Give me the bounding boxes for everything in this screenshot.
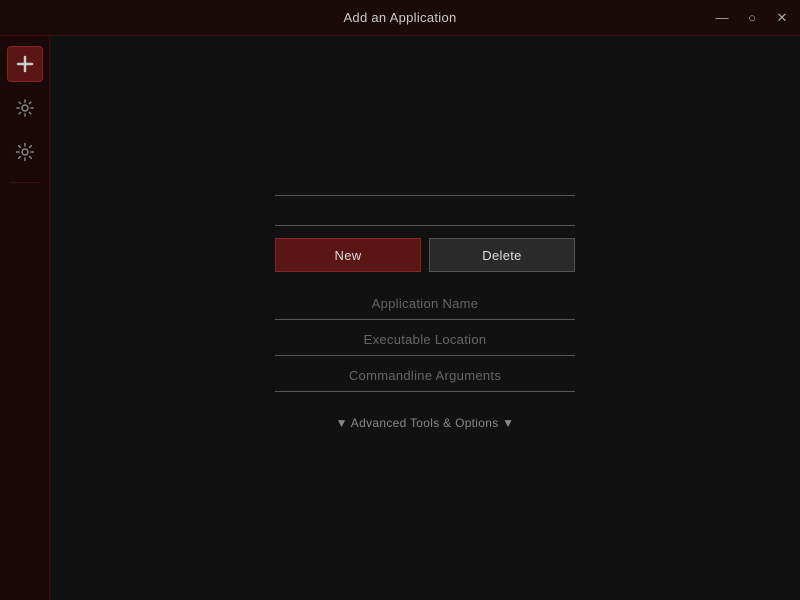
executable-location-input[interactable] — [275, 324, 575, 356]
settings2-button[interactable] — [7, 134, 43, 170]
commandline-arguments-input[interactable] — [275, 360, 575, 392]
gear-detail-icon — [15, 142, 35, 162]
minimize-button[interactable]: — — [714, 10, 730, 26]
title-bar: Add an Application — ○ ✕ — [0, 0, 800, 36]
plus-icon — [15, 54, 35, 74]
gear-icon — [15, 98, 35, 118]
main-layout: New Delete ▼ Advanced Tools & Options ▼ — [0, 36, 800, 600]
list-box-inner — [275, 166, 575, 196]
buttons-row: New Delete — [275, 238, 575, 272]
sidebar-divider — [10, 182, 40, 183]
window-title: Add an Application — [343, 10, 456, 25]
settings1-button[interactable] — [7, 90, 43, 126]
add-button[interactable] — [7, 46, 43, 82]
application-name-input[interactable] — [275, 288, 575, 320]
close-button[interactable]: ✕ — [774, 10, 790, 26]
form-container: New Delete ▼ Advanced Tools & Options ▼ — [275, 166, 575, 430]
delete-button[interactable]: Delete — [429, 238, 575, 272]
list-box[interactable] — [275, 166, 575, 226]
sidebar — [0, 36, 50, 600]
advanced-tools-link[interactable]: ▼ Advanced Tools & Options ▼ — [275, 416, 575, 430]
window-controls: — ○ ✕ — [714, 0, 790, 35]
content-area: New Delete ▼ Advanced Tools & Options ▼ — [50, 36, 800, 600]
new-button[interactable]: New — [275, 238, 421, 272]
maximize-button[interactable]: ○ — [744, 10, 760, 26]
